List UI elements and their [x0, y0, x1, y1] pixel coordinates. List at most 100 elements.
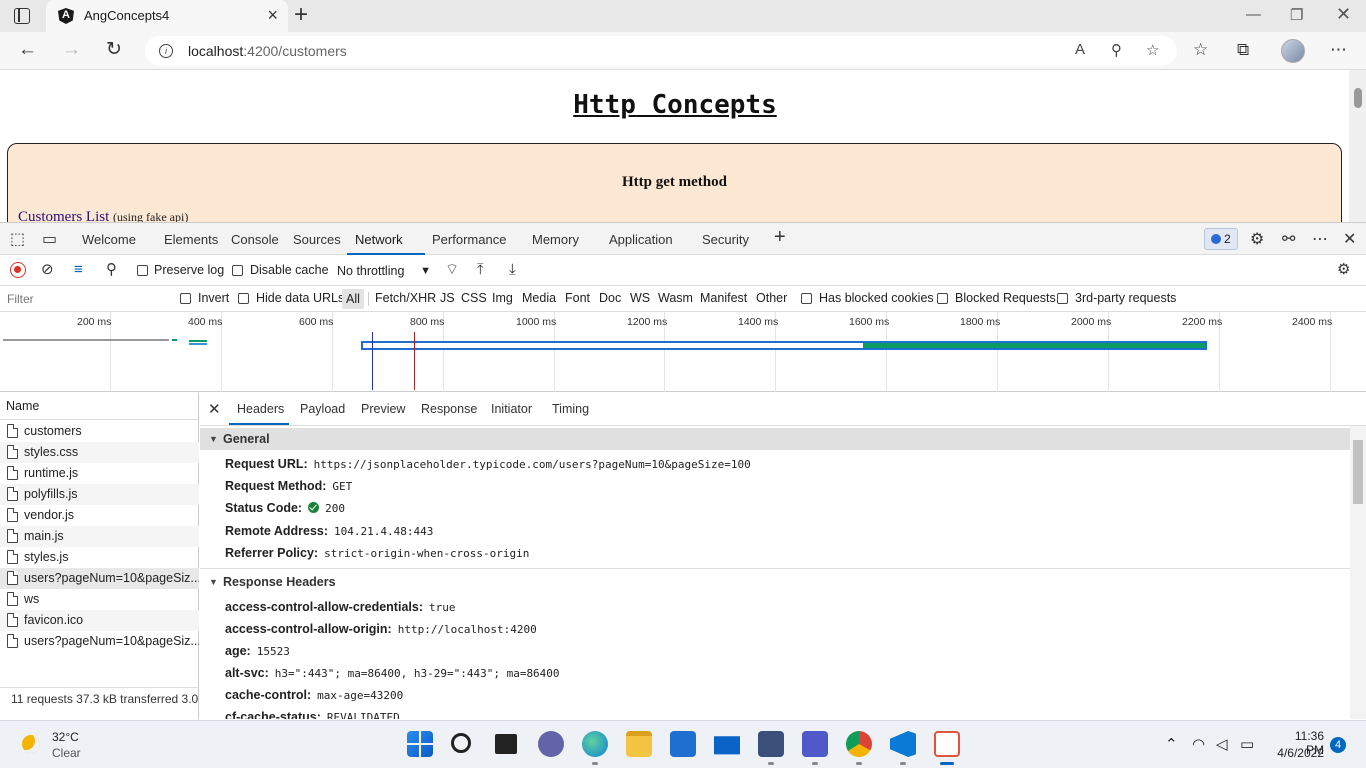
has-blocked-cookies-checkbox[interactable] — [801, 293, 812, 304]
preserve-log-checkbox[interactable] — [137, 265, 148, 276]
chrome-icon[interactable] — [846, 731, 872, 757]
type-filter-all[interactable]: All — [342, 289, 364, 309]
type-filter-doc[interactable]: Doc — [599, 291, 621, 305]
tab-performance[interactable]: Performance — [432, 232, 506, 247]
edge-browser-icon[interactable] — [582, 731, 608, 757]
more-tools-plus-icon[interactable]: + — [774, 227, 786, 247]
type-filter-js[interactable]: JS — [440, 291, 455, 305]
type-filter-ws[interactable]: WS — [630, 291, 650, 305]
type-filter-css[interactable]: CSS — [461, 291, 487, 305]
request-row[interactable]: main.js — [0, 526, 199, 547]
name-column-header[interactable]: Name — [0, 393, 199, 420]
request-row[interactable]: favicon.ico — [0, 610, 199, 631]
address-bar[interactable]: i localhost:4200/customers A ⚲ ☆ — [145, 36, 1177, 66]
file-explorer-icon[interactable] — [626, 731, 652, 757]
new-tab-button[interactable]: + — [294, 2, 308, 28]
issues-badge[interactable]: 2 — [1204, 228, 1238, 250]
request-row[interactable]: users?pageNum=10&pageSiz... — [0, 631, 199, 652]
url-text[interactable]: localhost:4200/customers — [188, 43, 347, 59]
request-row[interactable]: styles.css — [0, 442, 199, 463]
search-icon[interactable] — [451, 733, 471, 753]
customize-icon[interactable]: ⚯ — [1282, 231, 1295, 249]
device-emulation-icon[interactable]: ▭ — [42, 231, 57, 249]
export-har-icon[interactable]: ⤓ — [509, 261, 516, 279]
request-row[interactable]: vendor.js — [0, 505, 199, 526]
request-row[interactable]: ws — [0, 589, 199, 610]
tab-console[interactable]: Console — [231, 232, 279, 247]
customers-list-link[interactable]: Customers List (using fake api) — [18, 209, 188, 222]
tab-security[interactable]: Security — [702, 232, 749, 247]
tab-preview[interactable]: Preview — [361, 402, 405, 416]
tab-initiator[interactable]: Initiator — [491, 402, 532, 416]
tab-welcome[interactable]: Welcome — [82, 232, 136, 247]
refresh-icon[interactable]: ↻ — [106, 38, 122, 62]
inspect-element-icon[interactable]: ⬚ — [10, 231, 25, 249]
settings-gear-icon[interactable]: ⚙ — [1250, 231, 1264, 249]
clock-date[interactable]: 4/6/2022 — [1272, 746, 1324, 760]
browser-tab[interactable]: AngConcepts4 × — [46, 0, 288, 32]
zoom-icon[interactable]: ⚲ — [1111, 41, 1122, 59]
tab-actions-icon[interactable] — [14, 8, 30, 24]
network-overview-timeline[interactable]: 200 ms 400 ms 600 ms 800 ms 1000 ms 1200… — [0, 312, 1366, 392]
clear-icon[interactable]: ⊘ — [41, 261, 54, 279]
disable-cache-checkbox[interactable] — [232, 265, 243, 276]
tab-headers[interactable]: Headers — [237, 402, 284, 416]
tab-payload[interactable]: Payload — [300, 402, 345, 416]
weather-moon-icon[interactable] — [22, 735, 40, 753]
tab-response[interactable]: Response — [421, 402, 477, 416]
show-hidden-icons-icon[interactable]: ⌃ — [1165, 735, 1178, 753]
tab-application[interactable]: Application — [609, 232, 673, 247]
filter-icon[interactable]: ≡ — [74, 261, 83, 279]
snipping-tool-icon[interactable] — [934, 731, 960, 757]
favorites-icon[interactable]: ☆ — [1193, 40, 1208, 60]
close-detail-icon[interactable]: ✕ — [208, 400, 221, 418]
add-favorite-icon[interactable]: ☆ — [1146, 41, 1159, 59]
blocked-requests-checkbox[interactable] — [937, 293, 948, 304]
third-party-checkbox[interactable] — [1057, 293, 1068, 304]
import-har-icon[interactable]: ⤒ — [477, 261, 484, 279]
mail-icon[interactable] — [714, 736, 740, 755]
search-icon[interactable]: ⚲ — [106, 261, 117, 279]
general-section-header[interactable]: ▼ General — [200, 428, 1350, 450]
type-filter-other[interactable]: Other — [756, 291, 787, 305]
wifi-icon[interactable]: ◠ — [1192, 735, 1205, 753]
response-headers-section-header[interactable]: ▼ Response Headers — [200, 571, 1350, 593]
profile-avatar[interactable] — [1281, 39, 1305, 63]
forward-icon[interactable]: → — [62, 38, 81, 62]
tab-timing[interactable]: Timing — [552, 402, 589, 416]
chat-icon[interactable] — [538, 731, 564, 757]
start-windows-icon[interactable] — [407, 731, 433, 757]
tab-elements[interactable]: Elements — [164, 232, 218, 247]
page-scrollbar[interactable] — [1349, 70, 1366, 222]
vscode-icon[interactable] — [890, 731, 916, 757]
volume-icon[interactable]: ◁ — [1216, 735, 1228, 753]
type-filter-font[interactable]: Font — [565, 291, 590, 305]
invert-checkbox[interactable] — [180, 293, 191, 304]
restore-icon[interactable]: ❐ — [1290, 6, 1303, 24]
collections-icon[interactable]: ⧉ — [1237, 40, 1249, 60]
type-filter-media[interactable]: Media — [522, 291, 556, 305]
hide-data-urls-checkbox[interactable] — [238, 293, 249, 304]
network-settings-icon[interactable]: ⚙ — [1337, 261, 1350, 279]
type-filter-manifest[interactable]: Manifest — [700, 291, 747, 305]
type-filter-img[interactable]: Img — [492, 291, 513, 305]
request-row-selected[interactable]: users?pageNum=10&pageSiz... — [0, 568, 199, 589]
type-filter-wasm[interactable]: Wasm — [658, 291, 693, 305]
notification-badge[interactable]: 4 — [1330, 737, 1346, 753]
more-menu-icon[interactable]: ⋯ — [1330, 40, 1347, 60]
close-window-icon[interactable]: ✕ — [1336, 4, 1351, 25]
request-row[interactable]: customers — [0, 421, 199, 442]
weather-temperature[interactable]: 32°C — [52, 730, 79, 744]
tab-memory[interactable]: Memory — [532, 232, 579, 247]
site-info-icon[interactable]: i — [159, 44, 173, 58]
remote-desktop-icon[interactable] — [758, 731, 784, 757]
network-conditions-icon[interactable]: ⌔ — [445, 261, 459, 279]
microsoft-store-icon[interactable] — [670, 731, 696, 757]
filter-input[interactable] — [2, 289, 167, 309]
task-view-icon[interactable] — [495, 734, 517, 754]
type-filter-fetch-xhr[interactable]: Fetch/XHR — [375, 291, 436, 305]
read-aloud-icon[interactable]: A — [1075, 41, 1085, 58]
teams-icon[interactable] — [802, 731, 828, 757]
weather-description[interactable]: Clear — [52, 746, 81, 760]
tab-close-icon[interactable]: × — [267, 5, 278, 25]
